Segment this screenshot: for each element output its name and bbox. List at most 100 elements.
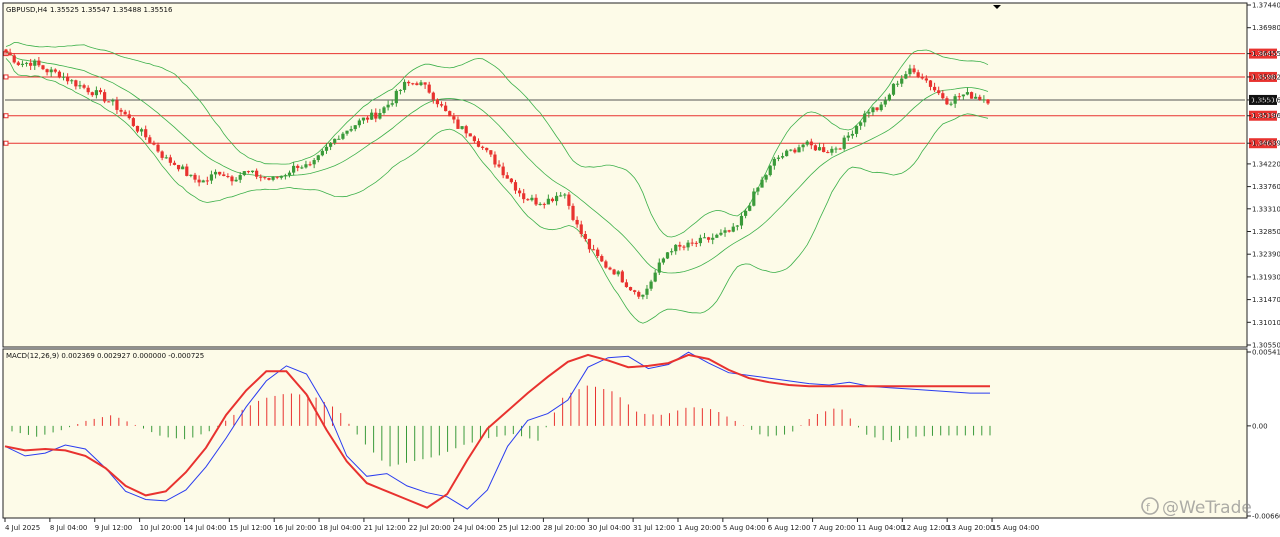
candle-body: [645, 288, 649, 295]
candle-body: [624, 282, 629, 288]
price-tick-label: 1.33760: [1252, 183, 1280, 191]
candle-body: [292, 165, 296, 173]
price-tick-label: 1.35196: [1252, 112, 1280, 120]
time-tick-label: 6 Aug 12:00: [768, 524, 811, 532]
candle-body: [382, 107, 386, 113]
candle-body: [863, 113, 867, 123]
candle-body: [386, 104, 390, 108]
time-tick-label: 31 Jul 12:00: [633, 524, 675, 532]
candle-body: [74, 80, 78, 87]
candle-body: [357, 120, 361, 126]
candle-body: [419, 82, 423, 86]
candle-body: [168, 157, 172, 163]
candle-body: [234, 179, 238, 182]
candle-body: [546, 198, 550, 205]
candle-body: [98, 90, 103, 93]
candle-body: [107, 101, 111, 103]
candle-body: [185, 166, 189, 176]
candle-body: [213, 171, 218, 175]
candle-body: [661, 258, 666, 263]
candle-body: [267, 178, 271, 180]
candle-body: [33, 60, 37, 66]
price-chart-canvas[interactable]: 1.36455 1.35982 1.35196 1.34639 1.35516 1.37…: [0, 0, 1280, 537]
time-tick-label: 15 Aug 04:00: [992, 524, 1039, 532]
candle-body: [189, 174, 193, 176]
price-tick-label: 1.31930: [1252, 273, 1280, 281]
candle-body: [748, 205, 752, 211]
candle-body: [912, 68, 916, 73]
candle-body: [822, 147, 826, 153]
candle-body: [374, 112, 378, 119]
price-tick-label: 1.32850: [1252, 228, 1280, 236]
candle-body: [226, 176, 230, 178]
candle-body: [205, 180, 209, 182]
candle-body: [509, 178, 513, 183]
candle-body: [20, 63, 25, 65]
candle-body: [517, 190, 522, 194]
candle-body: [411, 83, 415, 85]
candle-body: [813, 145, 818, 151]
candle-body: [222, 174, 226, 177]
candle-body: [176, 164, 181, 170]
candle-body: [711, 237, 715, 240]
candle-body: [986, 99, 990, 104]
candle-body: [674, 244, 678, 252]
candle-body: [682, 246, 686, 248]
candle-body: [61, 76, 66, 78]
candle-body: [838, 148, 842, 150]
candle-body: [345, 130, 349, 134]
candle-body: [513, 182, 518, 191]
level-handle-icon: [3, 113, 9, 119]
time-tick-label: 7 Aug 20:00: [813, 524, 856, 532]
candle-body: [900, 78, 904, 84]
candle-body: [854, 125, 859, 134]
candle-body: [238, 175, 242, 180]
macd-pane[interactable]: [2, 348, 1248, 519]
candle-body: [780, 156, 785, 158]
candle-body: [731, 226, 735, 232]
price-tick-label: 1.34639: [1252, 140, 1280, 148]
candle-body: [103, 92, 107, 102]
candle-body: [908, 68, 912, 75]
candle-body: [826, 152, 830, 154]
candle-body: [707, 237, 711, 240]
candle-body: [554, 195, 559, 202]
candle-body: [571, 205, 575, 220]
candle-body: [641, 294, 645, 297]
candle-body: [957, 96, 961, 98]
candle-body: [678, 244, 682, 247]
candle-body: [875, 107, 879, 111]
candle-body: [793, 149, 797, 153]
candle-body: [444, 105, 448, 112]
candle-body: [760, 179, 764, 188]
candle-body: [575, 219, 579, 225]
candle-body: [485, 147, 489, 151]
candle-body: [464, 126, 468, 134]
candle-body: [752, 191, 756, 206]
candle-body: [579, 224, 583, 235]
candle-body: [941, 93, 945, 99]
candle-body: [320, 150, 324, 156]
time-tick-label: 12 Aug 12:00: [902, 524, 949, 532]
candle-body: [945, 98, 949, 105]
candle-body: [361, 117, 366, 121]
candle-body: [842, 137, 846, 149]
candle-body: [965, 92, 970, 95]
time-tick-label: 10 Jul 20:00: [140, 524, 182, 532]
candle-body: [953, 96, 957, 104]
candle-body: [427, 84, 431, 93]
candle-body: [452, 116, 456, 120]
candle-body: [974, 96, 978, 99]
candle-body: [879, 104, 883, 111]
candle-body: [324, 146, 329, 151]
candle-body: [472, 136, 477, 142]
price-tick-label: 1.35982: [1252, 73, 1280, 81]
candle-body: [123, 111, 127, 115]
time-tick-label: 4 Jul 2025: [5, 524, 40, 532]
price-tick-label: 1.34220: [1252, 160, 1280, 168]
candle-body: [924, 78, 928, 81]
candle-body: [538, 203, 542, 205]
candle-body: [78, 85, 82, 87]
candle-body: [686, 242, 690, 248]
candle-body: [830, 148, 834, 153]
